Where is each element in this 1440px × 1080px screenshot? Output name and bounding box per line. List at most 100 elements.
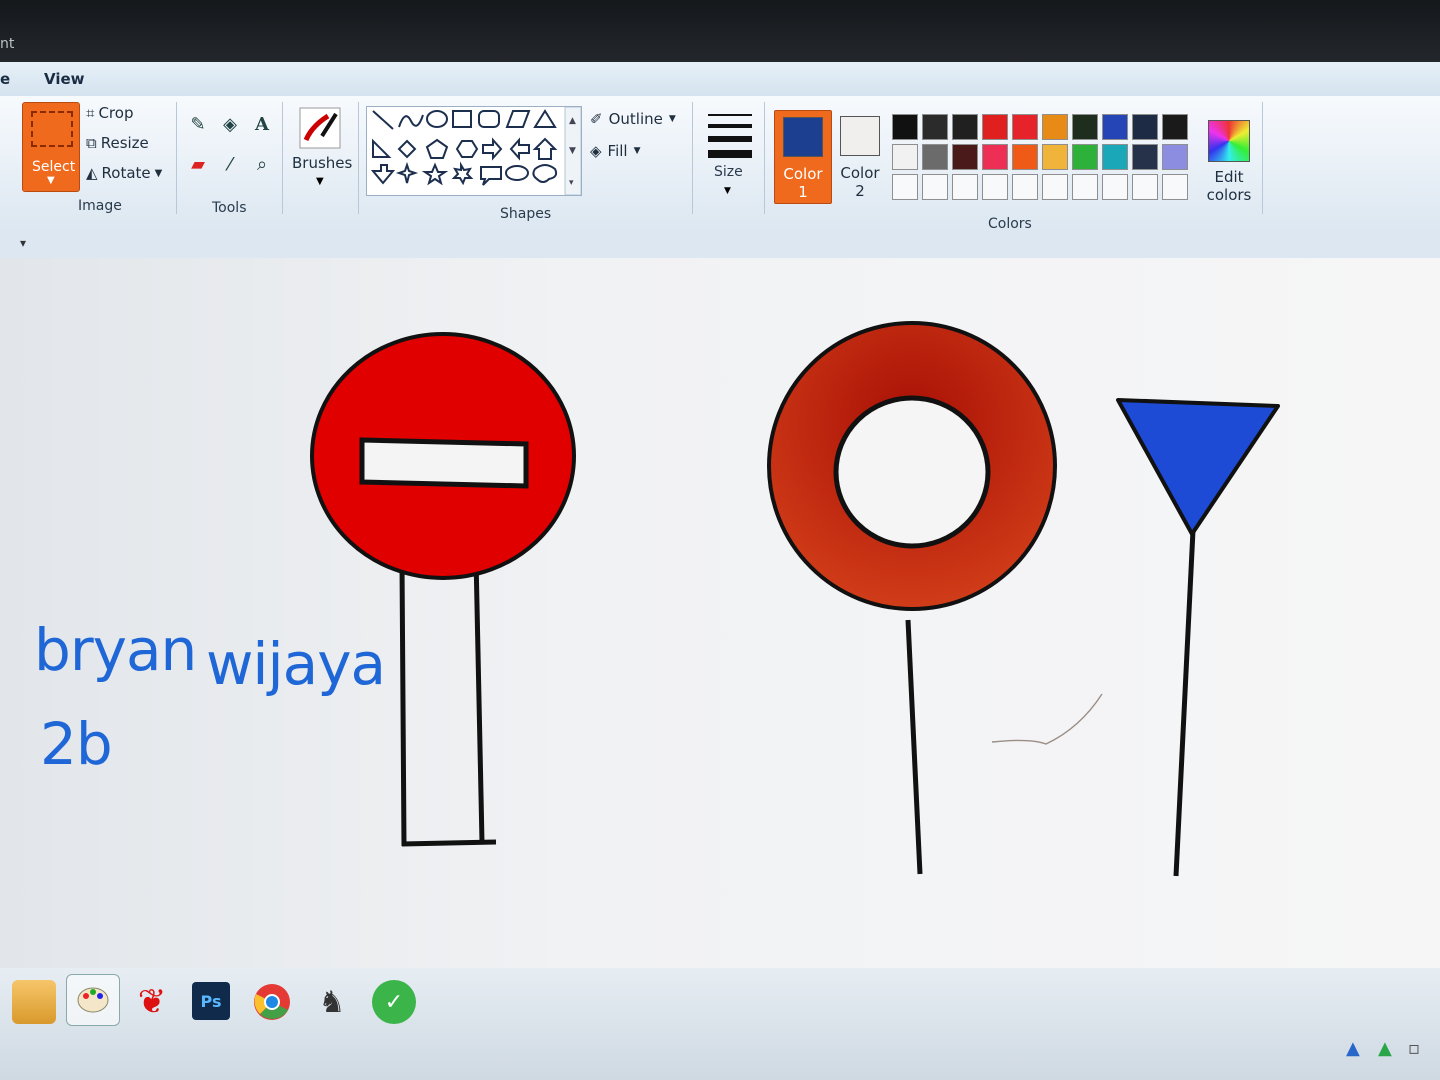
handwriting-first-name: bryan bbox=[34, 616, 197, 684]
tools-group-label: Tools bbox=[212, 200, 247, 216]
palette-swatch[interactable] bbox=[1102, 144, 1128, 170]
divider bbox=[282, 102, 283, 214]
palette-swatch[interactable] bbox=[1042, 144, 1068, 170]
outline-icon: ✐ bbox=[590, 110, 603, 128]
corel-icon[interactable]: ✓ bbox=[372, 980, 416, 1024]
palette-swatch[interactable] bbox=[952, 144, 978, 170]
palette-swatch[interactable] bbox=[1042, 114, 1068, 140]
color1-button[interactable]: Color 1 bbox=[774, 110, 832, 204]
stray-stroke bbox=[991, 693, 1103, 745]
palette-swatch[interactable] bbox=[922, 114, 948, 140]
divider bbox=[764, 102, 765, 214]
shapes-gallery-icons[interactable]: ▲ ▼ ▾ bbox=[367, 106, 582, 196]
select-rectangle-icon bbox=[31, 111, 73, 147]
rotate-icon: ◭ bbox=[86, 164, 98, 182]
palette-swatch[interactable] bbox=[1042, 174, 1068, 200]
menu-bar: e View bbox=[0, 62, 1440, 97]
palette-swatch[interactable] bbox=[1162, 114, 1188, 140]
handwriting-last-name: wijaya bbox=[206, 630, 386, 698]
brushes-icon[interactable] bbox=[298, 106, 342, 150]
chevron-down-icon: ▼ bbox=[724, 186, 731, 196]
palette-swatch[interactable] bbox=[1132, 114, 1158, 140]
tray-app-icon[interactable]: ▲ bbox=[1378, 1038, 1404, 1064]
chess-icon[interactable]: ♞ bbox=[310, 980, 354, 1024]
photoshop-icon[interactable]: Ps bbox=[192, 982, 230, 1020]
drawing-canvas[interactable]: bryan wijaya 2b bbox=[0, 258, 1440, 970]
palette-swatch[interactable] bbox=[892, 174, 918, 200]
fill-dropdown[interactable]: ◈ Fill ▼ bbox=[590, 142, 641, 160]
resize-icon: ⧉ bbox=[86, 134, 97, 152]
tray-flag-icon[interactable]: ▫ bbox=[1408, 1038, 1434, 1064]
file-explorer-icon[interactable] bbox=[12, 980, 56, 1024]
chevron-down-icon: ▼ bbox=[154, 167, 163, 179]
chrome-icon[interactable] bbox=[250, 980, 294, 1024]
canvas-drawing bbox=[310, 321, 1280, 877]
fill-label: Fill bbox=[607, 142, 628, 160]
select-label: Select bbox=[32, 159, 76, 175]
palette-swatch[interactable] bbox=[922, 174, 948, 200]
chevron-down-icon: ▼ bbox=[633, 146, 641, 156]
color2-swatch bbox=[840, 116, 880, 156]
palette-swatch[interactable] bbox=[922, 144, 948, 170]
colors-group-label: Colors bbox=[988, 216, 1032, 232]
palette-swatch[interactable] bbox=[1072, 114, 1098, 140]
svg-text:▲: ▲ bbox=[569, 116, 576, 126]
crop-button[interactable]: ⌗ Crop bbox=[86, 104, 133, 122]
eraser-icon[interactable]: ▰ bbox=[184, 150, 212, 178]
palette-swatch[interactable] bbox=[1102, 174, 1128, 200]
color2-label: Color bbox=[840, 164, 880, 182]
palette-swatch[interactable] bbox=[892, 144, 918, 170]
resize-button[interactable]: ⧉ Resize bbox=[86, 134, 149, 152]
resize-label: Resize bbox=[100, 134, 149, 152]
edit-colors-label-line2: colors bbox=[1206, 186, 1252, 204]
color-picker-icon[interactable]: ⁄ bbox=[216, 150, 244, 178]
window-title: nt bbox=[0, 36, 15, 52]
edit-colors-button[interactable]: Edit colors bbox=[1204, 120, 1254, 204]
palette-swatch[interactable] bbox=[1162, 144, 1188, 170]
palette-swatch[interactable] bbox=[892, 114, 918, 140]
tray-network-icon[interactable]: ▲ bbox=[1346, 1038, 1372, 1064]
crop-label: Crop bbox=[98, 104, 134, 122]
chevron-down-icon: ▼ bbox=[668, 114, 676, 124]
palette-swatch[interactable] bbox=[952, 114, 978, 140]
palette-swatch[interactable] bbox=[982, 144, 1008, 170]
palette-swatch[interactable] bbox=[1102, 114, 1128, 140]
rotate-button[interactable]: ◭ Rotate ▼ bbox=[86, 164, 162, 182]
tab-home[interactable]: e bbox=[0, 70, 10, 88]
palette-swatch[interactable] bbox=[1162, 174, 1188, 200]
fill-bucket-icon[interactable]: ◈ bbox=[216, 110, 244, 138]
text-tool-icon[interactable]: A bbox=[248, 110, 276, 138]
divider bbox=[692, 102, 693, 214]
crop-icon: ⌗ bbox=[86, 104, 95, 122]
palette-icon bbox=[77, 987, 109, 1013]
svg-text:▾: ▾ bbox=[569, 178, 574, 188]
chevron-down-icon: ▼ bbox=[316, 176, 324, 187]
palette-swatch[interactable] bbox=[1132, 174, 1158, 200]
butterfly-app-icon[interactable]: ❦ bbox=[130, 980, 174, 1024]
palette-swatch[interactable] bbox=[1072, 174, 1098, 200]
palette-swatch[interactable] bbox=[982, 114, 1008, 140]
palette-swatch[interactable] bbox=[1132, 144, 1158, 170]
select-button[interactable]: Select ▼ bbox=[22, 102, 80, 192]
color1-swatch bbox=[783, 117, 823, 157]
color2-button[interactable]: Color 2 bbox=[832, 110, 888, 202]
palette-swatch[interactable] bbox=[952, 174, 978, 200]
palette-swatch[interactable] bbox=[1012, 114, 1038, 140]
tab-view[interactable]: View bbox=[44, 70, 85, 88]
pencil-icon[interactable]: ✎ bbox=[184, 110, 212, 138]
svg-text:▼: ▼ bbox=[569, 146, 576, 156]
palette-swatch[interactable] bbox=[1072, 144, 1098, 170]
color2-number: 2 bbox=[855, 182, 865, 200]
palette-swatch[interactable] bbox=[1012, 144, 1038, 170]
ribbon: Select ▼ ⌗ Crop ⧉ Resize ◭ Rotate ▼ Imag… bbox=[0, 96, 1440, 233]
palette-swatch[interactable] bbox=[1012, 174, 1038, 200]
quick-access-bar: ▾ bbox=[0, 232, 1440, 258]
size-button[interactable] bbox=[708, 114, 752, 166]
taskbar: ❦ Ps ♞ ✓ ▲ ▲ ▫ bbox=[0, 968, 1440, 1080]
palette-swatch[interactable] bbox=[982, 174, 1008, 200]
paint-app-icon[interactable] bbox=[66, 974, 120, 1026]
outline-dropdown[interactable]: ✐ Outline ▼ bbox=[590, 110, 676, 128]
customize-quick-access-icon[interactable]: ▾ bbox=[20, 236, 26, 250]
magnifier-icon[interactable]: ⌕ bbox=[248, 150, 276, 178]
edit-colors-label-line1: Edit bbox=[1214, 168, 1244, 186]
